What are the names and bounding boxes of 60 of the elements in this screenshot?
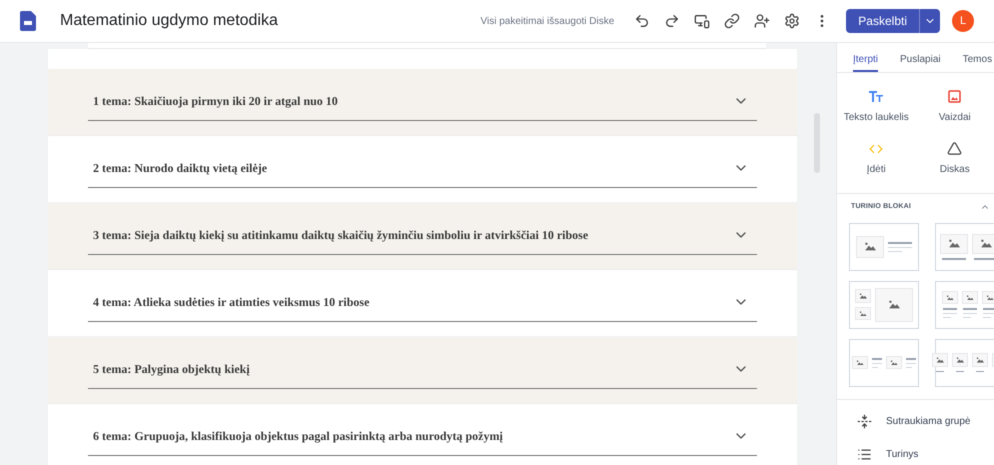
text-icon (869, 91, 884, 102)
image-icon (976, 357, 984, 363)
insert-option[interactable]: Teksto laukelis (837, 89, 916, 125)
panel-tab[interactable]: Puslapiai (900, 43, 941, 72)
image-icon (856, 360, 864, 366)
redo-icon[interactable] (664, 13, 680, 29)
link-icon[interactable] (724, 13, 740, 29)
image-icon (948, 90, 962, 103)
collapse-icon (857, 414, 872, 428)
image-icon (966, 294, 974, 300)
image-icon (888, 300, 900, 309)
section-title: 2 tema: Nurodo daiktų vietą eilėje (93, 160, 268, 177)
share-icon[interactable] (754, 13, 770, 29)
image-icon (859, 292, 867, 298)
image-icon (956, 357, 964, 363)
section-title: 1 tema: Skaičiuoja pirmyn iki 20 ir atgal nuo 10 (93, 93, 338, 110)
collapsible-header[interactable]: 1 tema: Skaičiuoja pirmyn iki 20 ir atgal nuo 10 (88, 92, 757, 121)
collapsible-header[interactable]: 5 tema: Palygina objektų kiekį (88, 360, 757, 389)
image-icon (890, 360, 898, 366)
collapsible-header[interactable]: 6 tema: Grupuoja, klasifikuoja objektus pagal pasirinktą arba nurodytą požymį (88, 427, 757, 456)
image-icon (980, 239, 992, 248)
section-title: 5 tema: Palygina objektų kiekį (93, 361, 250, 378)
document-title[interactable]: Matematinio ugdymo metodika (60, 9, 278, 33)
undo-icon[interactable] (634, 13, 650, 29)
collapsible-header[interactable]: 4 tema: Atlieka sudėties ir atimties veiksmus 10 ribose (88, 293, 757, 322)
image-icon (948, 239, 960, 248)
panel-item[interactable]: Sutraukiama grupė (857, 414, 974, 428)
settings-icon[interactable] (784, 13, 800, 29)
insert-option[interactable]: Diskas (916, 141, 994, 177)
image-icon (946, 294, 954, 300)
content-block-layout[interactable] (849, 222, 919, 270)
insert-option[interactable]: Vaizdai (916, 89, 994, 125)
list-icon (857, 446, 872, 462)
text-lines-icon (872, 358, 882, 368)
insert-option[interactable]: Įdėti (837, 141, 916, 177)
triangle-icon (947, 141, 962, 156)
image-icon (936, 357, 944, 363)
text-lines-icon (906, 358, 916, 368)
panel-tab[interactable]: Temos (962, 43, 992, 72)
text-lines-icon (982, 308, 994, 318)
image-icon (859, 310, 867, 316)
text-lines-icon (942, 308, 956, 318)
content-block-layout[interactable] (934, 222, 994, 270)
section-title: 6 tema: Grupuoja, klasifikuoja objektus pagal pasirinktą arba nurodytą požymį (93, 428, 503, 445)
section-title: 3 tema: Sieja daiktų kiekį su atitinkamu daiktų skaičių žyminčiu simboliu ir atvirkščiai 10 ribose (93, 227, 588, 244)
image-icon (986, 294, 994, 300)
sites-logo-icon (20, 11, 36, 31)
save-status: Visi pakeitimai išsaugoti Diske (480, 14, 614, 28)
image-icon (864, 242, 876, 251)
preview-icon[interactable] (694, 13, 710, 29)
content-block-layout[interactable] (934, 338, 994, 386)
text-lines-icon (888, 242, 912, 252)
panel-tab[interactable]: Įterpti (853, 43, 878, 72)
section-title: 4 tema: Atlieka sudėties ir atimties veiksmus 10 ribose (93, 294, 370, 311)
text-lines-icon (962, 308, 976, 318)
panel-item[interactable]: Turinys (857, 446, 974, 462)
collapsible-header[interactable]: 2 tema: Nurodo daiktų vietą eilėje (88, 159, 757, 188)
content-block-layout[interactable] (934, 280, 994, 328)
publish-button[interactable]: Paskelbti (846, 9, 940, 33)
collapsible-header[interactable]: 3 tema: Sieja daiktų kiekį su atitinkamu daiktų skaičių žyminčiu simboliu ir atvirkščiai 10 ribose (88, 226, 757, 255)
